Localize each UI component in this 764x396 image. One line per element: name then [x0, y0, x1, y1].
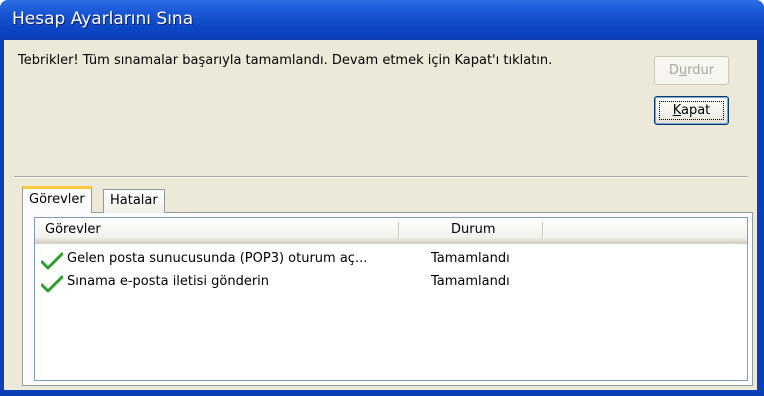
tasks-list[interactable]: Görevler Durum Gelen posta sunucusunda (…: [34, 217, 748, 381]
title-bar[interactable]: Hesap Ayarlarını Sına: [0, 0, 764, 40]
dialog-window: Hesap Ayarlarını Sına Tebrikler! Tüm sın…: [0, 0, 764, 396]
status-message: Tebrikler! Tüm sınamalar başarıyla tamam…: [18, 53, 553, 68]
focus-rectangle: [659, 101, 724, 120]
close-button[interactable]: Kapat: [654, 96, 729, 125]
table-row[interactable]: Gelen posta sunucusunda (POP3) oturum aç…: [35, 249, 747, 271]
stop-button-label-post: rdur: [687, 63, 715, 78]
checkmark-icon: [41, 252, 63, 270]
list-header: Görevler Durum: [35, 218, 747, 244]
task-status: Tamamlandı: [431, 251, 510, 266]
task-name: Gelen posta sunucusunda (POP3) oturum aç…: [67, 251, 368, 266]
stop-button-accelerator: u: [678, 63, 688, 78]
task-status: Tamamlandı: [431, 274, 510, 289]
task-name: Sınama e-posta iletisi gönderin: [67, 274, 270, 289]
column-header-status[interactable]: Durum: [451, 218, 496, 242]
column-divider[interactable]: [398, 222, 399, 239]
window-border-right: [757, 40, 764, 396]
table-row[interactable]: Sınama e-posta iletisi gönderin Tamamlan…: [35, 272, 747, 294]
checkmark-icon: [41, 275, 63, 293]
window-border-bottom: [0, 390, 764, 396]
window-title: Hesap Ayarlarını Sına: [12, 9, 194, 29]
column-header-tasks[interactable]: Görevler: [45, 218, 405, 242]
tab-hatalar[interactable]: Hatalar: [103, 189, 165, 213]
tab-gorevler[interactable]: Görevler: [22, 186, 92, 213]
stop-button[interactable]: Durdur: [654, 56, 729, 85]
column-divider[interactable]: [542, 222, 543, 239]
stop-button-label-pre: D: [668, 63, 679, 78]
separator-line: [14, 176, 748, 178]
